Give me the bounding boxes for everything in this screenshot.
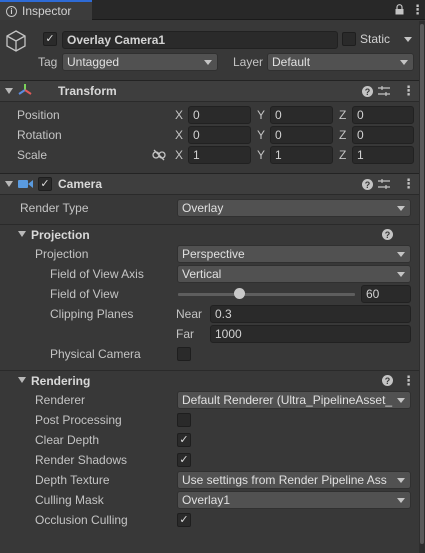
clipping-planes-label: Clipping Planes	[50, 307, 134, 321]
depth-texture-dropdown[interactable]: Use settings from Render Pipeline Ass	[177, 471, 411, 489]
transform-axes-icon	[17, 83, 33, 100]
projection-title: Projection	[31, 228, 90, 242]
camera-foldout-icon[interactable]	[5, 181, 13, 187]
rotation-x-field[interactable]: 0	[188, 126, 251, 144]
position-x-label[interactable]: X	[175, 108, 183, 122]
video-camera-icon	[18, 178, 34, 193]
static-checkbox[interactable]	[342, 32, 356, 46]
cube-icon	[6, 30, 26, 55]
scale-y-field[interactable]: 1	[270, 146, 333, 164]
culling-mask-value: Overlay1	[182, 493, 231, 507]
tab-title: Inspector	[22, 4, 72, 18]
projection-help-icon[interactable]: ?	[382, 229, 393, 240]
render-shadows-checkbox[interactable]: ✓	[177, 453, 191, 467]
projection-foldout-icon[interactable]	[18, 231, 26, 237]
fov-axis-value: Vertical	[182, 267, 222, 281]
transform-title: Transform	[58, 84, 117, 98]
unlink-icon[interactable]	[152, 149, 166, 164]
renderer-label: Renderer	[35, 393, 86, 407]
object-name-field[interactable]: Overlay Camera1	[62, 31, 338, 49]
rendering-foldout-icon[interactable]	[18, 377, 26, 383]
position-x-field[interactable]: 0	[188, 106, 251, 124]
renderer-value: Default Renderer (Ultra_PipelineAsset_	[182, 393, 393, 407]
scale-x-field[interactable]: 1	[188, 146, 251, 164]
layer-label: Layer	[233, 55, 264, 69]
position-z-label[interactable]: Z	[339, 108, 346, 122]
info-icon: i	[6, 5, 17, 17]
rotation-y-label[interactable]: Y	[257, 128, 265, 142]
fov-slider-track[interactable]	[178, 293, 355, 296]
occlusion-culling-label: Occlusion Culling	[35, 513, 128, 527]
rendering-title: Rendering	[31, 374, 91, 388]
rotation-label: Rotation	[17, 128, 62, 142]
rotation-z-label[interactable]: Z	[339, 128, 346, 142]
fov-slider-thumb[interactable]	[234, 288, 246, 299]
layer-dropdown[interactable]: Default	[267, 53, 414, 71]
kebab-menu-icon[interactable]: ⋮	[411, 3, 424, 16]
rendering-menu-icon[interactable]: ⋮	[402, 374, 415, 387]
static-label: Static	[360, 32, 391, 46]
clear-depth-label: Clear Depth	[35, 433, 100, 447]
scrollbar-thumb[interactable]	[420, 24, 424, 544]
fov-label: Field of View	[50, 287, 119, 301]
scale-y-label[interactable]: Y	[257, 148, 265, 162]
render-type-dropdown[interactable]: Overlay	[177, 199, 411, 217]
position-z-field[interactable]: 0	[352, 106, 414, 124]
position-label: Position	[17, 108, 60, 122]
camera-menu-icon[interactable]: ⋮	[402, 177, 415, 190]
far-label: Far	[176, 327, 194, 341]
culling-mask-label: Culling Mask	[35, 493, 104, 507]
tag-value: Untagged	[67, 55, 120, 69]
camera-help-icon[interactable]: ?	[362, 179, 373, 190]
position-y-label[interactable]: Y	[257, 108, 265, 122]
tab-inspector[interactable]: i Inspector	[0, 0, 92, 20]
post-processing-checkbox[interactable]	[177, 413, 191, 427]
culling-mask-dropdown[interactable]: Overlay1	[177, 491, 411, 509]
fov-axis-label: Field of View Axis	[50, 267, 144, 281]
post-processing-label: Post Processing	[35, 413, 122, 427]
layer-value: Default	[272, 55, 311, 69]
depth-texture-label: Depth Texture	[35, 473, 110, 487]
active-checkbox[interactable]: ✓	[43, 32, 57, 46]
far-field[interactable]: 1000	[210, 325, 411, 343]
clear-depth-checkbox[interactable]: ✓	[177, 433, 191, 447]
camera-enabled-checkbox[interactable]: ✓	[38, 177, 52, 191]
projection-dropdown[interactable]: Perspective	[177, 245, 411, 263]
transform-foldout-icon[interactable]	[5, 88, 13, 94]
help-icon[interactable]: ?	[362, 86, 373, 97]
camera-presets-icon[interactable]	[378, 178, 390, 193]
projection-label: Projection	[35, 247, 89, 261]
fov-field[interactable]: 60	[361, 285, 411, 303]
physical-camera-checkbox[interactable]	[177, 347, 191, 361]
occlusion-culling-checkbox[interactable]: ✓	[177, 513, 191, 527]
near-field[interactable]: 0.3	[210, 305, 411, 323]
lock-icon[interactable]	[395, 4, 404, 15]
tag-dropdown[interactable]: Untagged	[62, 53, 218, 71]
rendering-help-icon[interactable]: ?	[382, 375, 393, 386]
depth-texture-value: Use settings from Render Pipeline Ass	[182, 473, 387, 487]
render-type-value: Overlay	[182, 201, 224, 215]
position-y-field[interactable]: 0	[270, 106, 333, 124]
scale-z-label[interactable]: Z	[339, 148, 346, 162]
static-dropdown-arrow[interactable]	[404, 37, 412, 42]
scale-x-label[interactable]: X	[175, 148, 183, 162]
camera-title: Camera	[58, 177, 103, 191]
render-type-label: Render Type	[20, 201, 89, 215]
scale-z-field[interactable]: 1	[352, 146, 414, 164]
render-shadows-label: Render Shadows	[35, 453, 128, 467]
transform-menu-icon[interactable]: ⋮	[402, 84, 415, 97]
rotation-x-label[interactable]: X	[175, 128, 183, 142]
tag-label: Tag	[38, 55, 58, 69]
projection-value: Perspective	[182, 247, 245, 261]
renderer-dropdown[interactable]: Default Renderer (Ultra_PipelineAsset_	[177, 391, 411, 409]
presets-icon[interactable]	[378, 85, 390, 100]
physical-camera-label: Physical Camera	[50, 347, 141, 361]
scale-label: Scale	[17, 148, 48, 162]
near-label: Near	[176, 307, 203, 321]
rotation-z-field[interactable]: 0	[352, 126, 414, 144]
rotation-y-field[interactable]: 0	[270, 126, 333, 144]
fov-axis-dropdown[interactable]: Vertical	[177, 265, 411, 283]
